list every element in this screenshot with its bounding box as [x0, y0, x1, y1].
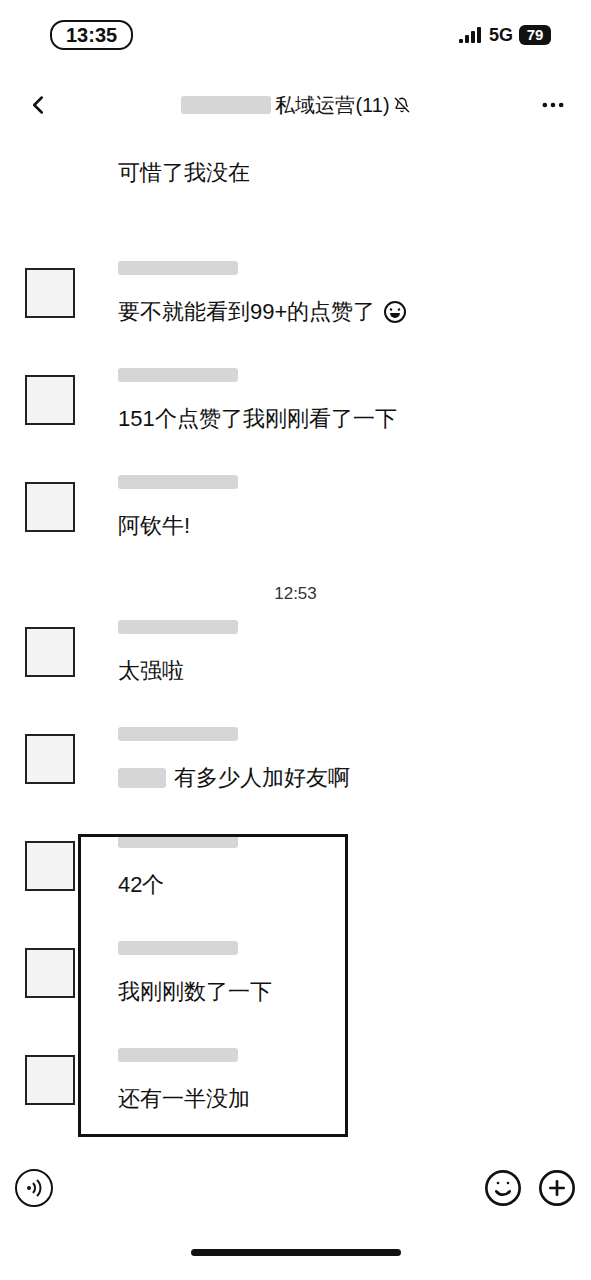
battery-icon: 79 — [519, 25, 551, 45]
message-row: 151个点赞了我刚刚看了一下 — [0, 363, 591, 470]
sender-name — [118, 470, 238, 494]
avatar[interactable] — [25, 482, 75, 532]
message-text: 要不就能看到99+的点赞了 — [118, 297, 407, 327]
signal-icon — [459, 27, 483, 43]
message-text: 阿钦牛! — [118, 511, 238, 541]
redacted-name — [118, 261, 238, 275]
sender-name — [118, 722, 350, 746]
status-bar: 13:35 5G 79 — [0, 0, 591, 70]
redacted-name — [118, 727, 238, 741]
avatar[interactable] — [25, 948, 75, 998]
message-row: 还有一半没加 — [0, 1043, 591, 1150]
chat-screen: 13:35 5G 79 私域运营(11) 可惜了我没在要不就能看到99+的点赞了 151个… — [0, 0, 591, 1280]
highlighted-group: 42个我刚刚数了一下还有一半没加 — [0, 829, 591, 1150]
avatar[interactable] — [25, 375, 75, 425]
message-row: 可惜了我没在 — [0, 158, 591, 256]
message-row: 有多少人加好友啊 — [0, 722, 591, 829]
more-icon[interactable] — [539, 91, 567, 119]
redacted-mention — [118, 768, 166, 788]
network-label: 5G — [489, 25, 513, 46]
more-button[interactable] — [535, 87, 571, 123]
avatar[interactable] — [25, 841, 75, 891]
sender-name — [118, 829, 238, 853]
message-text: 可惜了我没在 — [118, 158, 250, 188]
sender-name — [118, 256, 407, 280]
redacted-name — [118, 941, 238, 955]
message-list: 可惜了我没在要不就能看到99+的点赞了 151个点赞了我刚刚看了一下阿钦牛! 12:… — [0, 140, 591, 1150]
back-button[interactable] — [20, 87, 56, 123]
message-row: 要不就能看到99+的点赞了 — [0, 256, 591, 363]
message-text: 太强啦 — [118, 656, 238, 686]
redacted-name — [118, 1048, 238, 1062]
message-text: 有多少人加好友啊 — [118, 763, 350, 793]
message-row: 阿钦牛! — [0, 470, 591, 577]
emoji-icon[interactable] — [483, 1168, 523, 1208]
message-row: 42个 — [0, 829, 591, 936]
message-text: 还有一半没加 — [118, 1084, 250, 1114]
nav-bar: 私域运营(11) — [0, 70, 591, 140]
avatar[interactable] — [25, 268, 75, 318]
avatar[interactable] — [25, 734, 75, 784]
laugh-emoji-icon — [383, 300, 407, 324]
input-bar — [0, 1150, 591, 1225]
sender-name — [118, 1043, 250, 1067]
redacted-title — [181, 96, 271, 114]
message-text: 我刚刚数了一下 — [118, 977, 272, 1007]
home-indicator — [191, 1249, 401, 1256]
sender-name — [118, 363, 397, 387]
sender-name — [118, 936, 272, 960]
redacted-name — [118, 368, 238, 382]
muted-bell-icon — [394, 97, 410, 113]
redacted-name — [118, 834, 238, 848]
voice-icon[interactable] — [14, 1168, 54, 1208]
back-icon[interactable] — [23, 90, 53, 120]
sender-name — [118, 615, 238, 639]
status-time: 13:35 — [50, 20, 133, 50]
message-text: 42个 — [118, 870, 238, 900]
highlight-box — [78, 834, 348, 1137]
message-text: 151个点赞了我刚刚看了一下 — [118, 404, 397, 434]
avatar[interactable] — [25, 627, 75, 677]
message-input[interactable] — [68, 1166, 469, 1210]
time-separator: 12:53 — [0, 573, 591, 615]
message-row: 太强啦 — [0, 615, 591, 722]
chat-title: 私域运营(11) — [181, 92, 409, 119]
message-row: 我刚刚数了一下 — [0, 936, 591, 1043]
avatar[interactable] — [25, 1055, 75, 1105]
plus-icon[interactable] — [537, 1168, 577, 1208]
redacted-name — [118, 620, 238, 634]
redacted-name — [118, 475, 238, 489]
